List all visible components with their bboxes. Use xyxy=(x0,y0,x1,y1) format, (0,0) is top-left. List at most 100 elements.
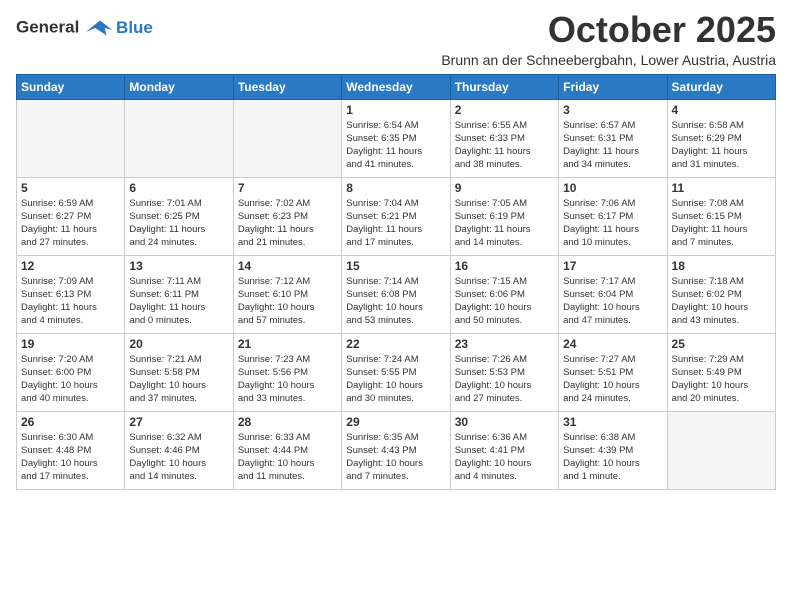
day-info: Sunrise: 7:26 AM Sunset: 5:53 PM Dayligh… xyxy=(455,353,554,406)
calendar-week-2: 5 Sunrise: 6:59 AM Sunset: 6:27 PM Daylig… xyxy=(17,177,776,255)
calendar-cell: 28 Sunrise: 6:33 AM Sunset: 4:44 PM Dayli… xyxy=(233,411,341,489)
calendar-cell xyxy=(125,99,233,177)
logo: General Blue xyxy=(16,14,153,42)
calendar-week-3: 12 Sunrise: 7:09 AM Sunset: 6:13 PM Dayli… xyxy=(17,255,776,333)
day-number: 17 xyxy=(563,259,662,273)
day-info: Sunrise: 6:54 AM Sunset: 6:35 PM Dayligh… xyxy=(346,119,445,172)
day-info: Sunrise: 6:30 AM Sunset: 4:48 PM Dayligh… xyxy=(21,431,120,484)
day-number: 10 xyxy=(563,181,662,195)
day-info: Sunrise: 7:08 AM Sunset: 6:15 PM Dayligh… xyxy=(672,197,771,250)
day-number: 28 xyxy=(238,415,337,429)
calendar-cell: 4 Sunrise: 6:58 AM Sunset: 6:29 PM Daylig… xyxy=(667,99,775,177)
day-number: 8 xyxy=(346,181,445,195)
day-number: 3 xyxy=(563,103,662,117)
calendar-cell: 9 Sunrise: 7:05 AM Sunset: 6:19 PM Daylig… xyxy=(450,177,558,255)
calendar-cell: 23 Sunrise: 7:26 AM Sunset: 5:53 PM Dayli… xyxy=(450,333,558,411)
col-saturday: Saturday xyxy=(667,74,775,99)
day-info: Sunrise: 6:55 AM Sunset: 6:33 PM Dayligh… xyxy=(455,119,554,172)
day-number: 9 xyxy=(455,181,554,195)
col-sunday: Sunday xyxy=(17,74,125,99)
col-wednesday: Wednesday xyxy=(342,74,450,99)
day-info: Sunrise: 7:04 AM Sunset: 6:21 PM Dayligh… xyxy=(346,197,445,250)
day-info: Sunrise: 6:33 AM Sunset: 4:44 PM Dayligh… xyxy=(238,431,337,484)
day-info: Sunrise: 6:38 AM Sunset: 4:39 PM Dayligh… xyxy=(563,431,662,484)
day-info: Sunrise: 7:15 AM Sunset: 6:06 PM Dayligh… xyxy=(455,275,554,328)
calendar-cell: 5 Sunrise: 6:59 AM Sunset: 6:27 PM Daylig… xyxy=(17,177,125,255)
day-number: 20 xyxy=(129,337,228,351)
calendar: Sunday Monday Tuesday Wednesday Thursday… xyxy=(16,74,776,490)
day-number: 13 xyxy=(129,259,228,273)
col-monday: Monday xyxy=(125,74,233,99)
day-number: 1 xyxy=(346,103,445,117)
calendar-cell: 16 Sunrise: 7:15 AM Sunset: 6:06 PM Dayli… xyxy=(450,255,558,333)
calendar-header-row: Sunday Monday Tuesday Wednesday Thursday… xyxy=(17,74,776,99)
calendar-cell: 1 Sunrise: 6:54 AM Sunset: 6:35 PM Daylig… xyxy=(342,99,450,177)
day-number: 16 xyxy=(455,259,554,273)
day-number: 14 xyxy=(238,259,337,273)
calendar-cell: 7 Sunrise: 7:02 AM Sunset: 6:23 PM Daylig… xyxy=(233,177,341,255)
calendar-week-4: 19Sunrise: 7:20 AM Sunset: 6:00 PM Dayli… xyxy=(17,333,776,411)
day-info: Sunrise: 6:36 AM Sunset: 4:41 PM Dayligh… xyxy=(455,431,554,484)
col-tuesday: Tuesday xyxy=(233,74,341,99)
calendar-cell: 31 Sunrise: 6:38 AM Sunset: 4:39 PM Dayli… xyxy=(559,411,667,489)
day-number: 4 xyxy=(672,103,771,117)
day-info: Sunrise: 7:06 AM Sunset: 6:17 PM Dayligh… xyxy=(563,197,662,250)
calendar-cell: 10 Sunrise: 7:06 AM Sunset: 6:17 PM Dayli… xyxy=(559,177,667,255)
month-title: October 2025 xyxy=(441,10,776,50)
day-info: Sunrise: 7:18 AM Sunset: 6:02 PM Dayligh… xyxy=(672,275,771,328)
calendar-cell xyxy=(233,99,341,177)
calendar-cell: 27 Sunrise: 6:32 AM Sunset: 4:46 PM Dayli… xyxy=(125,411,233,489)
day-number: 22 xyxy=(346,337,445,351)
day-number: 30 xyxy=(455,415,554,429)
day-info: Sunrise: 7:12 AM Sunset: 6:10 PM Dayligh… xyxy=(238,275,337,328)
day-number: 15 xyxy=(346,259,445,273)
day-number: 23 xyxy=(455,337,554,351)
col-friday: Friday xyxy=(559,74,667,99)
day-number: 27 xyxy=(129,415,228,429)
day-info: Sunrise: 7:14 AM Sunset: 6:08 PM Dayligh… xyxy=(346,275,445,328)
day-number: 29 xyxy=(346,415,445,429)
calendar-cell: 12 Sunrise: 7:09 AM Sunset: 6:13 PM Dayli… xyxy=(17,255,125,333)
day-info: Sunrise: 6:32 AM Sunset: 4:46 PM Dayligh… xyxy=(129,431,228,484)
calendar-cell: 2 Sunrise: 6:55 AM Sunset: 6:33 PM Daylig… xyxy=(450,99,558,177)
page: General Blue October 2025 Brunn an der S… xyxy=(0,0,792,612)
day-number: 31 xyxy=(563,415,662,429)
day-number: 5 xyxy=(21,181,120,195)
day-number: 19 xyxy=(21,337,120,351)
calendar-cell: 25 Sunrise: 7:29 AM Sunset: 5:49 PM Dayli… xyxy=(667,333,775,411)
calendar-cell: 11 Sunrise: 7:08 AM Sunset: 6:15 PM Dayli… xyxy=(667,177,775,255)
day-info: Sunrise: 7:29 AM Sunset: 5:49 PM Dayligh… xyxy=(672,353,771,406)
day-info: Sunrise: 7:05 AM Sunset: 6:19 PM Dayligh… xyxy=(455,197,554,250)
day-info: Sunrise: 6:59 AM Sunset: 6:27 PM Dayligh… xyxy=(21,197,120,250)
day-number: 11 xyxy=(672,181,771,195)
calendar-cell: 24Sunrise: 7:27 AM Sunset: 5:51 PM Dayli… xyxy=(559,333,667,411)
calendar-cell: 13Sunrise: 7:11 AM Sunset: 6:11 PM Dayli… xyxy=(125,255,233,333)
day-number: 24 xyxy=(563,337,662,351)
day-info: Sunrise: 6:58 AM Sunset: 6:29 PM Dayligh… xyxy=(672,119,771,172)
day-info: Sunrise: 6:35 AM Sunset: 4:43 PM Dayligh… xyxy=(346,431,445,484)
calendar-cell xyxy=(667,411,775,489)
title-block: October 2025 Brunn an der Schneebergbahn… xyxy=(441,10,776,68)
location-subtitle: Brunn an der Schneebergbahn, Lower Austr… xyxy=(441,52,776,68)
logo-blue: Blue xyxy=(116,18,153,37)
logo-general: General xyxy=(16,17,79,36)
calendar-cell: 14 Sunrise: 7:12 AM Sunset: 6:10 PM Dayli… xyxy=(233,255,341,333)
day-info: Sunrise: 7:24 AM Sunset: 5:55 PM Dayligh… xyxy=(346,353,445,406)
day-number: 18 xyxy=(672,259,771,273)
calendar-cell: 26 Sunrise: 6:30 AM Sunset: 4:48 PM Dayli… xyxy=(17,411,125,489)
calendar-week-1: 1 Sunrise: 6:54 AM Sunset: 6:35 PM Daylig… xyxy=(17,99,776,177)
day-number: 7 xyxy=(238,181,337,195)
day-number: 12 xyxy=(21,259,120,273)
day-number: 21 xyxy=(238,337,337,351)
calendar-cell: 21 Sunrise: 7:23 AM Sunset: 5:56 PM Dayli… xyxy=(233,333,341,411)
calendar-cell: 3Sunrise: 6:57 AM Sunset: 6:31 PM Daylig… xyxy=(559,99,667,177)
day-number: 25 xyxy=(672,337,771,351)
day-info: Sunrise: 7:23 AM Sunset: 5:56 PM Dayligh… xyxy=(238,353,337,406)
day-info: Sunrise: 7:09 AM Sunset: 6:13 PM Dayligh… xyxy=(21,275,120,328)
day-number: 26 xyxy=(21,415,120,429)
calendar-cell: 29 Sunrise: 6:35 AM Sunset: 4:43 PM Dayli… xyxy=(342,411,450,489)
day-number: 2 xyxy=(455,103,554,117)
day-info: Sunrise: 7:02 AM Sunset: 6:23 PM Dayligh… xyxy=(238,197,337,250)
calendar-cell: 6Sunrise: 7:01 AM Sunset: 6:25 PM Daylig… xyxy=(125,177,233,255)
calendar-cell: 20Sunrise: 7:21 AM Sunset: 5:58 PM Dayli… xyxy=(125,333,233,411)
